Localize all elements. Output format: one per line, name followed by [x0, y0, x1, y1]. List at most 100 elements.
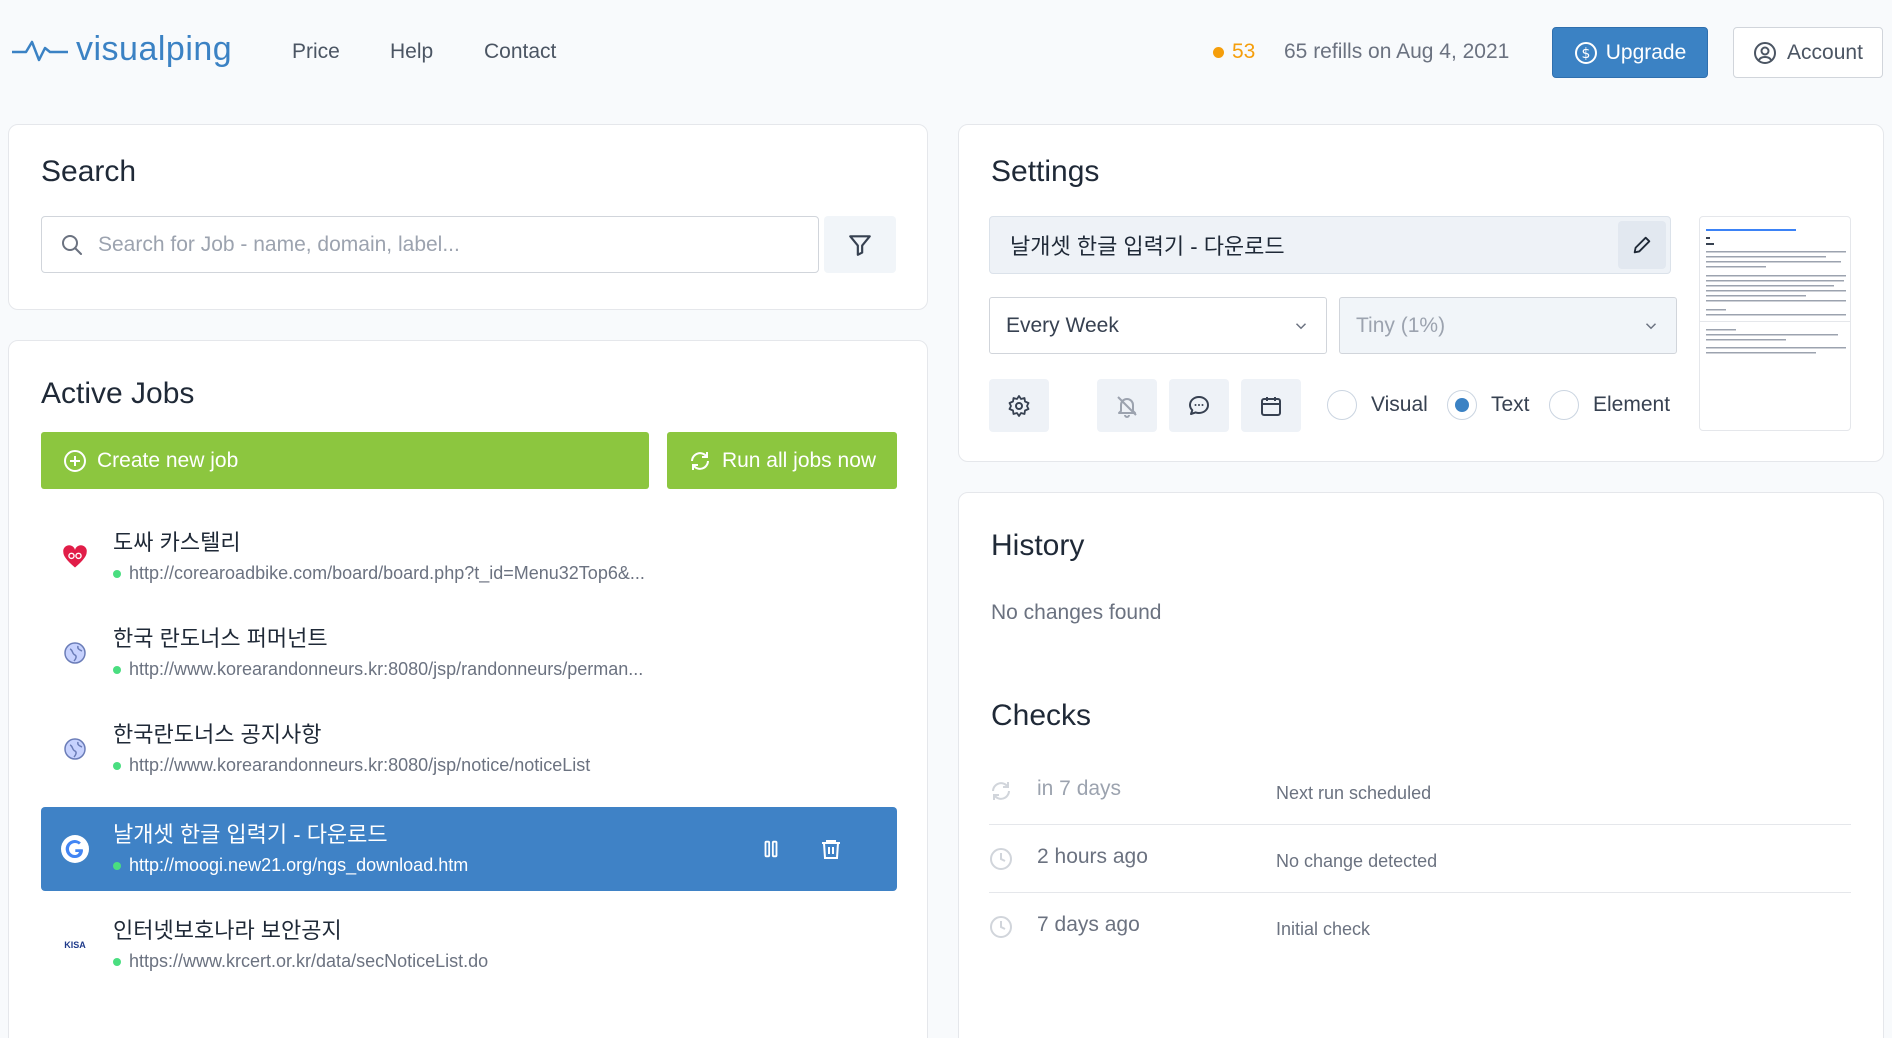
status-dot-icon: [113, 861, 121, 870]
upgrade-label: Upgrade: [1605, 40, 1687, 64]
search-icon: [62, 234, 82, 255]
sensitivity-value: Tiny (1%): [1356, 313, 1446, 337]
check-status: Next run scheduled: [1276, 783, 1432, 803]
edit-name-button[interactable]: [1618, 221, 1666, 269]
account-button[interactable]: Account: [1733, 27, 1883, 78]
top-header: visualping Price Help Contact 53 65 refi…: [0, 0, 1892, 104]
job-url-text: https://www.krcert.or.kr/data/secNoticeL…: [129, 951, 489, 971]
nav-help[interactable]: Help: [390, 40, 433, 64]
user-circle-icon: [1754, 41, 1777, 64]
active-jobs-card: Active Jobs Create new job Run all jobs …: [8, 340, 928, 1038]
search-card: Search: [8, 124, 928, 310]
radio-circle[interactable]: [1549, 390, 1579, 420]
job-url-text: http://www.korearandonneurs.kr:8080/jsp/…: [129, 755, 591, 775]
refresh-icon: [992, 782, 1010, 800]
check-time: 2 hours ago: [1037, 845, 1148, 868]
job-list-item[interactable]: 도싸 카스텔리 http://corearoadbike.com/board/b…: [41, 515, 897, 599]
chevron-down-icon: [1645, 322, 1657, 329]
job-list-item[interactable]: 한국란도너스 공지사항 http://www.korearandonneurs.…: [41, 707, 897, 791]
brand-logo[interactable]: visualping: [12, 30, 232, 69]
credits-count: 53: [1232, 40, 1256, 63]
check-time: in 7 days: [1037, 777, 1122, 800]
refills-text: 65 refills on Aug 4, 2021: [1284, 40, 1510, 63]
delete-button[interactable]: [817, 835, 845, 863]
globe-icon: [61, 639, 89, 667]
comment-button[interactable]: [1169, 379, 1229, 432]
schedule-button[interactable]: [1241, 379, 1301, 432]
check-status: No change detected: [1276, 851, 1438, 871]
check-row: in 7 days Next run scheduled: [989, 757, 1851, 825]
mode-element-radio[interactable]: Element: [1549, 390, 1670, 420]
clock-icon: [990, 916, 1012, 938]
mode-element-label: Element: [1593, 393, 1671, 416]
job-url: http://www.korearandonneurs.kr:8080/jsp/…: [113, 659, 643, 680]
pencil-icon: [1633, 236, 1651, 254]
nav-contact[interactable]: Contact: [484, 40, 556, 64]
pause-button[interactable]: [757, 835, 785, 863]
history-card: History No changes found Checks in 7 day…: [958, 492, 1884, 1038]
settings-title: Settings: [991, 155, 1100, 188]
active-jobs-title: Active Jobs: [41, 377, 195, 410]
account-label: Account: [1787, 40, 1863, 64]
status-dot-icon: [113, 761, 121, 770]
brand-name: visualping: [76, 30, 233, 68]
mode-visual-label: Visual: [1371, 393, 1428, 416]
job-url: http://www.korearandonneurs.kr:8080/jsp/…: [113, 755, 590, 776]
check-status: Initial check: [1276, 919, 1371, 939]
google-icon: [61, 835, 89, 863]
history-empty-text: No changes found: [991, 601, 1162, 624]
advanced-settings-button[interactable]: [989, 379, 1049, 432]
run-all-jobs-label: Run all jobs now: [721, 448, 877, 472]
mode-text-radio[interactable]: Text: [1447, 390, 1530, 420]
kisa-logo-text: KISA: [64, 940, 86, 950]
heart-bike-icon: [61, 543, 89, 571]
page-preview-image: [1700, 229, 1850, 354]
frequency-select[interactable]: Every Week: [989, 297, 1327, 354]
plus-circle-icon: [64, 449, 86, 472]
credits-dot-icon: [1213, 46, 1224, 58]
chat-bubble-icon: [1189, 395, 1209, 415]
job-url-text: http://corearoadbike.com/board/board.php…: [129, 563, 645, 583]
job-url: https://www.krcert.or.kr/data/secNoticeL…: [113, 951, 488, 972]
sensitivity-select[interactable]: Tiny (1%): [1339, 297, 1677, 354]
chevron-down-icon: [1295, 322, 1307, 329]
job-list-item[interactable]: 한국 란도너스 퍼머넌트 http://www.korearandonneurs…: [41, 611, 897, 695]
job-name: 도싸 카스텔리: [113, 530, 241, 555]
filter-button[interactable]: [824, 216, 896, 273]
mode-visual-radio[interactable]: Visual: [1327, 390, 1428, 420]
job-url-text: http://moogi.new21.org/ngs_download.htm: [129, 855, 469, 875]
bell-off-icon: [1117, 395, 1137, 418]
search-input[interactable]: [98, 232, 778, 257]
run-all-jobs-button[interactable]: Run all jobs now: [667, 432, 897, 489]
create-new-job-button[interactable]: Create new job: [41, 432, 649, 489]
globe-icon: [61, 735, 89, 763]
status-dot-icon: [113, 665, 121, 674]
job-name: 날개셋 한글 입력기 - 다운로드: [113, 822, 388, 847]
dollar-circle-icon: $: [1574, 41, 1597, 64]
job-name: 한국란도너스 공지사항: [113, 722, 322, 747]
pulse-logo-icon: [12, 40, 68, 61]
notifications-off-button[interactable]: [1097, 379, 1157, 432]
upgrade-button[interactable]: $ Upgrade: [1552, 27, 1708, 78]
status-dot-icon: [113, 957, 121, 966]
svg-text:$: $: [1581, 46, 1590, 62]
job-list-item[interactable]: KISA 인터넷보호나라 보안공지 https://www.krcert.or.…: [41, 903, 897, 987]
frequency-value: Every Week: [1006, 313, 1119, 337]
kisa-logo: KISA: [61, 931, 89, 959]
search-field[interactable]: [41, 216, 819, 273]
pause-icon: [764, 840, 778, 858]
radio-circle-checked[interactable]: [1447, 390, 1477, 420]
checks-title: Checks: [991, 699, 1092, 732]
refresh-icon: [690, 451, 709, 470]
radio-circle[interactable]: [1327, 390, 1357, 420]
job-name-field[interactable]: 날개셋 한글 입력기 - 다운로드: [989, 216, 1671, 274]
page-preview-thumbnail[interactable]: [1699, 216, 1851, 431]
mode-text-label: Text: [1491, 393, 1530, 416]
job-list-item-selected[interactable]: 날개셋 한글 입력기 - 다운로드 http://moogi.new21.org…: [41, 807, 897, 891]
job-url: http://corearoadbike.com/board/board.php…: [113, 563, 645, 584]
clock-icon: [990, 848, 1012, 870]
job-name: 인터넷보호나라 보안공지: [113, 918, 342, 943]
check-row: 2 hours ago No change detected: [989, 825, 1851, 893]
check-row: 7 days ago Initial check: [989, 893, 1851, 961]
nav-price[interactable]: Price: [292, 40, 340, 64]
